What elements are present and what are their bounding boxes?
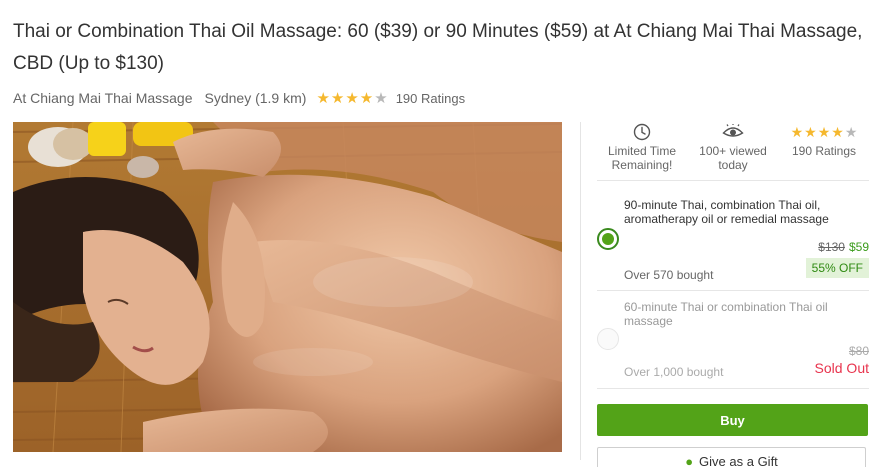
star-icon: ★ — [316, 89, 330, 107]
viewed-info: 100+ viewed today — [688, 122, 778, 180]
deal-title: Thai or Combination Thai Oil Massage: 60… — [13, 21, 863, 74]
option-price: $130 $59 — [818, 240, 869, 254]
location-link[interactable]: Sydney (1.9 km) — [205, 90, 307, 106]
star-icon: ★ — [374, 89, 388, 107]
discount-badge: 55% OFF — [805, 258, 869, 278]
star-icon: ★ — [831, 123, 844, 140]
option-title: 90-minute Thai, combination Thai oil, ar… — [624, 198, 829, 226]
ratings-info[interactable]: ★ ★ ★ ★ ★ 190 Ratings — [779, 122, 869, 180]
original-price: $80 — [848, 344, 869, 358]
option-title: 60-minute Thai or combination Thai oil m… — [624, 300, 828, 328]
option-price: $80 — [849, 344, 869, 358]
star-icon: ★ — [844, 123, 858, 140]
deal-highlights: Limited Time Remaining! 100+ viewed toda… — [597, 122, 869, 181]
purchase-panel: Limited Time Remaining! 100+ viewed toda… — [580, 122, 881, 467]
discount-price: $59 — [848, 240, 869, 254]
star-icon: ★ — [790, 123, 804, 140]
star-icon: ★ — [330, 89, 345, 107]
viewed-text: 100+ viewed today — [699, 144, 767, 172]
massage-photo-illustration — [13, 122, 562, 452]
rating-stars[interactable]: ★ ★ ★ ★ ★ — [316, 91, 387, 106]
limited-time-info: Limited Time Remaining! — [597, 122, 687, 180]
bought-count: Over 1,000 bought — [624, 365, 724, 379]
option-radio-disabled — [597, 328, 619, 350]
merchant-link[interactable]: At Chiang Mai Thai Massage — [13, 90, 193, 106]
give-as-gift-button[interactable]: ● Give as a Gift — [597, 447, 866, 467]
panel-ratings-text: 190 Ratings — [791, 144, 857, 158]
original-price: $130 — [818, 240, 845, 254]
star-icon: ★ — [817, 123, 831, 140]
gift-label: Give as a Gift — [699, 454, 778, 467]
star-icon: ★ — [359, 89, 374, 107]
deal-photo[interactable] — [13, 122, 562, 452]
ratings-count-link[interactable]: 190 Ratings — [396, 91, 465, 106]
limited-time-text: Limited Time Remaining! — [607, 144, 677, 172]
gift-icon: ● — [685, 454, 694, 467]
option-radio-selected[interactable] — [597, 228, 619, 250]
deal-option-90min[interactable]: 90-minute Thai, combination Thai oil, ar… — [597, 190, 869, 291]
star-icon: ★ — [345, 89, 359, 107]
deal-meta: At Chiang Mai Thai Massage Sydney (1.9 k… — [13, 88, 465, 108]
eye-icon — [722, 124, 744, 137]
sold-out-label: Sold Out — [814, 360, 869, 376]
clock-icon — [633, 123, 651, 141]
deal-option-60min: 60-minute Thai or combination Thai oil m… — [597, 292, 869, 389]
panel-rating-stars: ★ ★ ★ ★ ★ — [790, 123, 858, 140]
bought-count: Over 570 bought — [624, 268, 714, 282]
buy-button[interactable]: Buy — [597, 404, 868, 436]
star-icon: ★ — [804, 123, 817, 140]
